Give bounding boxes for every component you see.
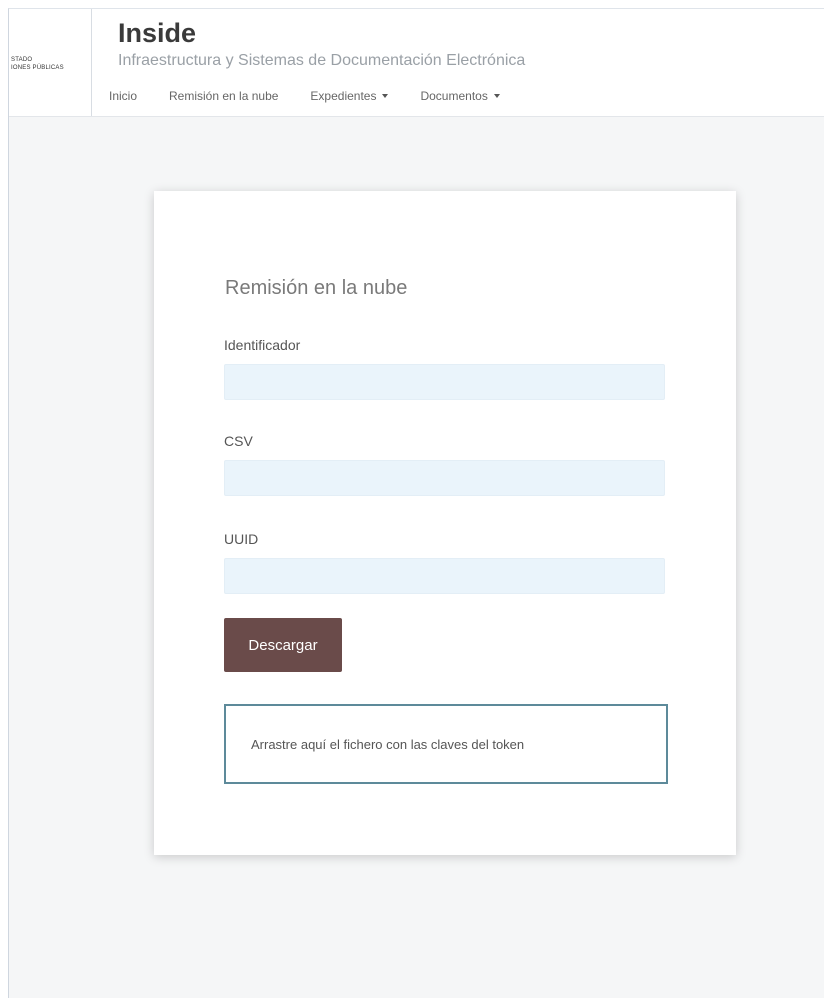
form-title: Remisión en la nube [225, 277, 408, 299]
main-nav: Inicio Remisión en la nube Expedientes D… [109, 85, 532, 107]
app-header: STADO IONES PÚBLICAS Inside Infraestruct… [9, 9, 824, 117]
nav-item-expedientes[interactable]: Expedientes [310, 89, 389, 103]
caret-down-icon [493, 94, 500, 98]
app-title: Inside [118, 18, 197, 48]
uuid-input[interactable] [224, 558, 665, 594]
nav-item-label: Inicio [109, 89, 138, 103]
logo-line-1: STADO [11, 57, 33, 63]
nav-item-label: Documentos [420, 89, 488, 103]
nav-item-remision[interactable]: Remisión en la nube [169, 89, 278, 103]
nav-item-label: Expedientes [310, 89, 377, 103]
csv-label: CSV [224, 433, 253, 449]
token-file-drop-zone[interactable]: Arrastre aquí el fichero con las claves … [224, 704, 668, 784]
remision-form-card: Remisión en la nube Identificador CSV UU… [154, 191, 736, 855]
logo-line-2: IONES PÚBLICAS [11, 65, 64, 71]
ministry-logo: STADO IONES PÚBLICAS [9, 9, 92, 116]
drop-zone-text: Arrastre aquí el fichero con las claves … [251, 736, 525, 752]
csv-input[interactable] [224, 460, 665, 496]
uuid-label: UUID [224, 531, 259, 547]
app-subtitle: Infraestructura y Sistemas de Documentac… [118, 52, 526, 69]
descargar-button[interactable]: Descargar [224, 618, 342, 672]
caret-down-icon [382, 94, 389, 98]
nav-item-inicio[interactable]: Inicio [109, 89, 137, 103]
identificador-label: Identificador [224, 337, 301, 353]
nav-item-documentos[interactable]: Documentos [420, 89, 500, 103]
identificador-input[interactable] [224, 364, 665, 400]
nav-item-label: Remisión en la nube [169, 89, 279, 103]
browser-frame: STADO IONES PÚBLICAS Inside Infraestruct… [8, 8, 824, 998]
